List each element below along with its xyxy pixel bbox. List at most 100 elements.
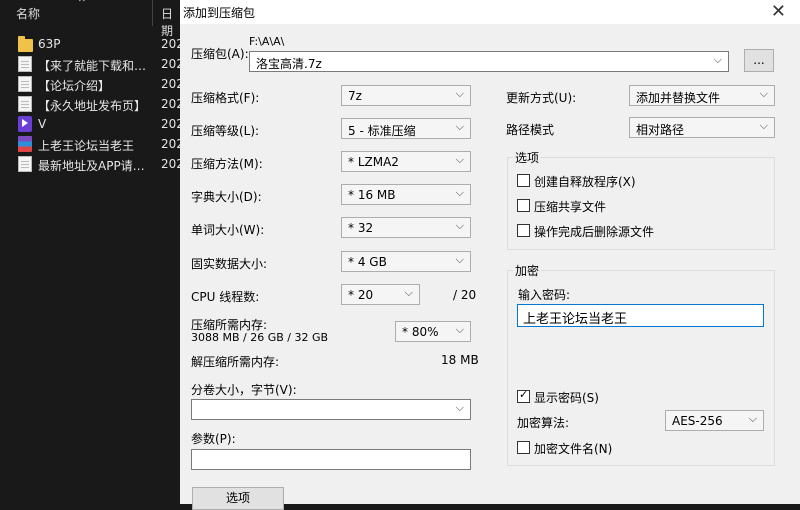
chevron-down-icon: ⌵: [455, 153, 464, 166]
word-select[interactable]: * 32 ⌵: [341, 217, 471, 238]
solid-select[interactable]: * 4 GB ⌵: [341, 251, 471, 272]
archive-path: F:\A\A\: [249, 35, 285, 48]
archive-label: 压缩包(A):: [191, 47, 249, 61]
file-name: 上老王论坛当老王: [38, 139, 135, 153]
cpu-select[interactable]: * 20 ⌵: [341, 284, 420, 305]
format-value: 7z: [348, 89, 362, 103]
add-to-archive-dialog: 添加到压缩包 ✕ 压缩包(A): F:\A\A\ 洛宝高清.7z ⌵ ... 压…: [180, 0, 800, 510]
column-name-header[interactable]: 名称: [16, 5, 40, 22]
close-button[interactable]: ✕: [771, 1, 786, 22]
options-button[interactable]: 选项: [192, 487, 284, 510]
archive-name-combo[interactable]: 洛宝高清.7z ⌵: [249, 51, 729, 72]
method-label: 压缩方法(M):: [191, 157, 263, 171]
volume-label: 分卷大小，字节(V):: [191, 383, 297, 397]
update-value: 添加并替换文件: [636, 91, 721, 105]
column-header: 名称 ⌃ 日期: [0, 0, 180, 38]
method-select[interactable]: * LZMA2 ⌵: [341, 151, 471, 172]
cpu-total: / 20: [453, 288, 477, 302]
column-divider[interactable]: [152, 0, 153, 26]
file-row[interactable]: 【论坛介绍】 202: [0, 74, 184, 94]
mp4-icon: [18, 116, 32, 132]
document-icon: [18, 156, 32, 172]
folder-icon: [18, 36, 33, 52]
chevron-down-icon: ⌵: [455, 323, 464, 336]
volume-combo[interactable]: ⌵: [191, 399, 471, 420]
mem-compress-detail: 3088 MB / 26 GB / 32 GB: [191, 331, 329, 344]
checkbox-box[interactable]: [517, 388, 530, 403]
document-icon: [18, 76, 32, 92]
params-input[interactable]: [191, 449, 471, 470]
sfx-checkbox[interactable]: 创建自释放程序(X): [517, 173, 647, 189]
params-label: 参数(P):: [191, 432, 236, 446]
solid-label: 固实数据大小:: [191, 257, 268, 271]
checkbox-box[interactable]: [517, 224, 530, 237]
archive-name-value: 洛宝高清.7z: [256, 57, 322, 71]
file-name: 【永久地址发布页】: [38, 99, 147, 113]
path-mode-select[interactable]: 相对路径 ⌵: [629, 117, 775, 138]
encryption-method-select[interactable]: AES-256 ⌵: [665, 410, 764, 431]
checkbox-box[interactable]: [517, 174, 530, 187]
password-value: 上老王论坛当老王: [523, 312, 628, 327]
delete-source-checkbox[interactable]: 操作完成后删除源文件: [517, 223, 667, 239]
file-row[interactable]: 【永久地址发布页】 202: [0, 94, 184, 114]
delete-source-label: 操作完成后删除源文件: [534, 225, 655, 239]
encryption-group-title: 加密: [513, 262, 542, 279]
method-value: * LZMA2: [348, 155, 399, 169]
level-value: 5 - 标准压缩: [348, 124, 416, 138]
encrypt-names-checkbox[interactable]: 加密文件名(N): [517, 440, 617, 456]
mem-decompress-label: 解压缩所需内存:: [191, 355, 280, 369]
word-label: 单词大小(W):: [191, 223, 265, 237]
file-row[interactable]: 上老王论坛当老王 202: [0, 134, 184, 154]
file-row[interactable]: V 202: [0, 114, 184, 134]
file-name: 【来了就能下载和…: [38, 59, 147, 73]
chevron-down-icon: ⌵: [455, 253, 464, 266]
chevron-down-icon[interactable]: ⌵: [714, 53, 722, 67]
format-select[interactable]: 7z ⌵: [341, 85, 471, 106]
shared-checkbox[interactable]: 压缩共享文件: [517, 198, 627, 214]
file-name: 最新地址及APP请…: [38, 159, 145, 173]
document-icon: [18, 96, 32, 112]
chevron-down-icon: ⌵: [455, 87, 464, 100]
password-label: 输入密码:: [518, 288, 571, 302]
encrypt-names-label: 加密文件名(N): [534, 442, 613, 456]
dialog-title: 添加到压缩包: [183, 6, 256, 20]
sfx-label: 创建自释放程序(X): [534, 175, 636, 189]
dict-value: * 16 MB: [348, 188, 396, 202]
browse-button[interactable]: ...: [744, 49, 774, 72]
checkbox-box[interactable]: [517, 441, 530, 454]
show-password-label: 显示密码(S): [534, 391, 599, 405]
show-password-checkbox[interactable]: 显示密码(S): [517, 388, 607, 405]
checkbox-box[interactable]: [517, 199, 530, 212]
mem-usage-select[interactable]: * 80% ⌵: [395, 321, 471, 342]
cpu-value: * 20: [348, 288, 374, 302]
sort-chevron-icon: ⌃: [76, 0, 88, 12]
level-select[interactable]: 5 - 标准压缩 ⌵: [341, 118, 471, 139]
file-name: 【论坛介绍】: [38, 79, 111, 93]
document-icon: [18, 56, 32, 72]
file-name: 63P: [38, 37, 61, 51]
chevron-down-icon: ⌵: [455, 219, 464, 232]
file-row[interactable]: 最新地址及APP请… 202: [0, 154, 184, 174]
file-row[interactable]: 63P 202: [0, 34, 184, 54]
options-group-title: 选项: [513, 149, 542, 166]
mem-decompress-value: 18 MB: [441, 353, 479, 367]
dict-label: 字典大小(D):: [191, 190, 262, 204]
file-row[interactable]: 【来了就能下载和… 202: [0, 54, 184, 74]
file-name: V: [38, 117, 47, 131]
path-mode-label: 路径模式: [506, 123, 555, 137]
chevron-down-icon: ⌵: [455, 120, 464, 133]
shared-label: 压缩共享文件: [534, 200, 607, 214]
chevron-down-icon: ⌵: [748, 412, 757, 425]
chevron-down-icon: ⌵: [455, 401, 464, 414]
title-bar[interactable]: 添加到压缩包 ✕: [180, 0, 800, 24]
rar-icon: [18, 136, 32, 152]
update-select[interactable]: 添加并替换文件 ⌵: [629, 85, 775, 106]
password-input[interactable]: 上老王论坛当老王: [517, 304, 764, 327]
encryption-method-value: AES-256: [672, 414, 723, 428]
path-mode-value: 相对路径: [636, 123, 685, 137]
word-value: * 32: [348, 221, 374, 235]
mem-usage-value: * 80%: [402, 325, 439, 339]
cpu-label: CPU 线程数:: [191, 290, 260, 304]
dict-select[interactable]: * 16 MB ⌵: [341, 184, 471, 205]
update-label: 更新方式(U):: [506, 91, 577, 105]
